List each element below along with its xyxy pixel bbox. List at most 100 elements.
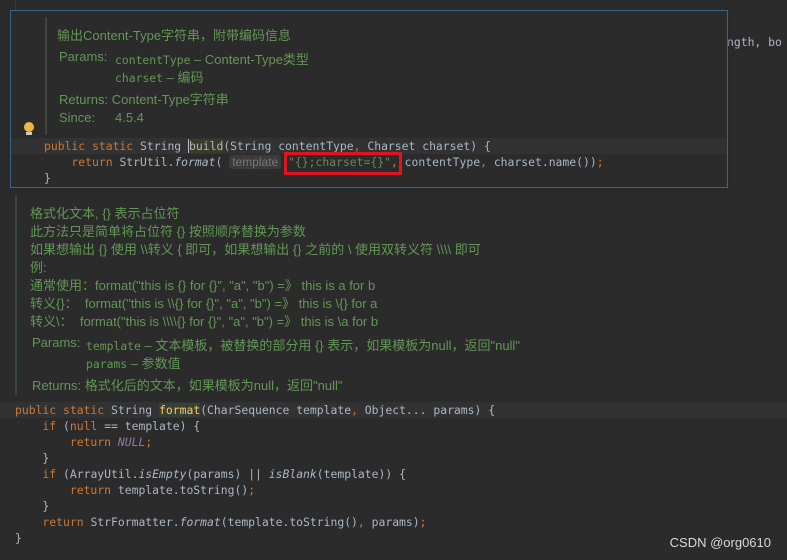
code-token: if: [15, 419, 64, 433]
code-token: isEmpty: [138, 467, 187, 481]
param-name: template: [86, 339, 141, 353]
code-token: Object... params) {: [364, 403, 496, 417]
param-desc: – 文本模板，被替换的部分用 {} 表示，如果模板为null，返回"null": [140, 338, 520, 353]
params-label: Params:: [32, 335, 81, 350]
doc-bar: [15, 195, 17, 395]
code-token: StrUtil.: [119, 155, 175, 169]
param-name: contentType: [115, 53, 191, 67]
param-item: template – 文本模板，被替换的部分用 {} 表示，如果模板为null，…: [86, 335, 520, 354]
code-line[interactable]: if (null == template) {: [15, 418, 200, 434]
editor[interactable]: ngth, bo 输出Content-Type字符串，附带编码信息 Params…: [0, 0, 787, 560]
background-code-tail: ngth, bo: [727, 34, 782, 50]
code-line[interactable]: public static String format(CharSequence…: [15, 402, 495, 418]
code-line[interactable]: if (ArrayUtil.isEmpty(params) || isBlank…: [15, 466, 406, 482]
code-token: }: [44, 171, 51, 185]
code-token: format: [179, 515, 221, 529]
doc-line: 转义{}： format("this is \\{} for {}", "a",…: [30, 296, 378, 311]
code-token: template.toString(): [117, 483, 249, 497]
doc-line: 转义\： format("this is \\\\{} for {}", "a"…: [30, 314, 379, 329]
code-token: (String contentType: [223, 139, 354, 153]
returns-value: Content-Type字符串: [111, 92, 229, 107]
code-token: }: [15, 499, 50, 513]
lightbulb-base: [26, 132, 32, 135]
doc-line: 如果想输出 {} 使用 \\转义 { 即可，如果想输出 {} 之前的 \ 使用双…: [30, 242, 481, 257]
code-token: ,: [353, 139, 368, 153]
parameter-hint: template: [229, 155, 282, 169]
code-token: ;: [145, 435, 153, 449]
watermark: CSDN @org0610: [669, 535, 771, 550]
since-label: Since:: [59, 110, 96, 125]
code-line[interactable]: }: [15, 450, 49, 466]
code-line[interactable]: }: [15, 530, 22, 546]
code-token: return: [15, 515, 91, 529]
code-token: (: [63, 419, 70, 433]
code-token: ,: [480, 155, 494, 169]
returns-row: Returns: 格式化后的文本，如果模板为null，返回"null": [32, 375, 342, 394]
code-token: }: [15, 531, 22, 545]
code-token: String: [111, 403, 160, 417]
param-desc: – 编码: [163, 70, 204, 85]
param-name: params: [86, 357, 128, 371]
code-token: Charset charset) {: [367, 139, 491, 153]
code-token: ,: [357, 515, 372, 529]
code-line[interactable]: public static String build(String conten…: [44, 138, 491, 154]
params-label: Params:: [59, 49, 108, 64]
code-text: ngth, bo: [727, 35, 782, 49]
doc-line: 此方法只是简单将占位符 {} 按照顺序替换为参数: [30, 224, 306, 239]
code-token: public static: [44, 139, 141, 153]
since-value: 4.5.4: [115, 110, 144, 125]
returns-label: Returns:: [32, 378, 82, 393]
code-token: (template)) {: [316, 467, 406, 481]
code-token: isBlank: [268, 467, 317, 481]
code-token: String: [140, 139, 189, 153]
code-token: (: [215, 155, 230, 169]
code-token: ;: [248, 483, 256, 497]
indent-guide: [15, 0, 16, 10]
code-line[interactable]: return template.toString();: [15, 482, 255, 498]
param-desc: – Content-Type类型: [190, 52, 309, 67]
code-token: params): [371, 515, 420, 529]
code-token: (template.toString(): [220, 515, 358, 529]
code-token: ;: [419, 515, 427, 529]
code-token: StrFormatter.: [90, 515, 180, 529]
code-token: (CharSequence template: [200, 403, 352, 417]
quick-documentation-popup[interactable]: 输出Content-Type字符串，附带编码信息 Params: content…: [10, 10, 728, 188]
code-line[interactable]: return StrFormatter.format(template.toSt…: [15, 514, 427, 530]
code-token: (ArrayUtil.: [63, 467, 139, 481]
doc-line: 格式化文本, {} 表示占位符: [30, 206, 180, 221]
doc-summary: 输出Content-Type字符串，附带编码信息: [57, 28, 292, 43]
code-token: format: [159, 403, 201, 417]
code-token: return: [15, 483, 118, 497]
code-token: contentType: [404, 155, 481, 169]
param-item: charset – 编码: [115, 67, 203, 86]
code-line[interactable]: return NULL;: [15, 434, 152, 450]
code-token: return: [15, 435, 118, 449]
code-token: build: [188, 139, 224, 153]
code-token: ,: [351, 403, 365, 417]
code-token: return: [44, 155, 120, 169]
param-desc: – 参数值: [127, 356, 181, 371]
code-token: if: [15, 467, 64, 481]
code-token: ;: [596, 155, 604, 169]
returns-row: Returns: Content-Type字符串: [59, 89, 229, 108]
param-item: contentType – Content-Type类型: [115, 49, 309, 68]
code-token: (params) ||: [186, 467, 269, 481]
code-line[interactable]: }: [44, 170, 51, 186]
param-item: params – 参数值: [86, 353, 181, 372]
code-line[interactable]: }: [15, 498, 49, 514]
code-token: null: [69, 419, 105, 433]
code-token: NULL: [117, 435, 146, 449]
code-token: format: [174, 155, 216, 169]
returns-value: 格式化后的文本，如果模板为null，返回"null": [84, 378, 343, 393]
code-token: }: [15, 451, 50, 465]
doc-line: 例:: [30, 260, 47, 275]
doc-bar: [45, 17, 47, 135]
lightbulb-icon[interactable]: [24, 122, 34, 132]
code-token: public static: [15, 403, 112, 417]
highlight-box: [284, 152, 402, 175]
code-token: charset.name()): [493, 155, 597, 169]
code-token: == template) {: [104, 419, 201, 433]
returns-label: Returns:: [59, 92, 109, 107]
doc-line: 通常使用：format("this is {} for {}", "a", "b…: [30, 278, 376, 293]
param-name: charset: [115, 71, 164, 85]
